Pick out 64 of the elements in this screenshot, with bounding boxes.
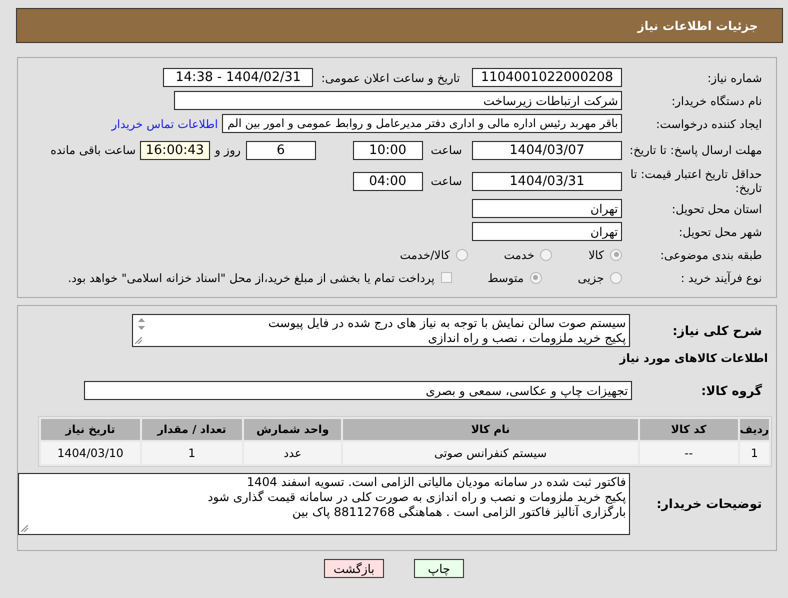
radio-button[interactable] (456, 248, 468, 260)
table-cell: 1 (740, 442, 769, 464)
table-cell: 1404/03/10 (41, 442, 140, 464)
table-cell: سیستم کنفرانس صوتی (343, 442, 638, 464)
resize-grip-icon[interactable] (135, 337, 142, 344)
field-label: حداقل تاریخ اعتبار قیمت: تا تاریخ: (630, 167, 762, 195)
field-label: ساعت (430, 143, 462, 157)
contact-link[interactable]: اطلاعات تماس خریدار (111, 116, 218, 130)
checkbox-label: پرداخت تمام یا بخشی از مبلغ خرید،از محل "اسناد خزانه اسلامی" خواهد بود. (68, 270, 435, 284)
description-box[interactable]: سیستم صوت سالن نمایش با توجه به نیاز های درج شده در فایل پیوست پکیج خرید ملزومات ، نصب و راه اندازی (132, 314, 630, 347)
radio-label: کالا (588, 248, 604, 262)
field-label: شرح کلی نیاز: (672, 322, 762, 338)
readonly-field[interactable]: 04:00 (352, 172, 423, 190)
section-title: اطلاعات کالاهای مورد نیاز (620, 351, 768, 365)
readonly-field[interactable]: تهران (472, 222, 622, 241)
field-label: نوع فرآیند خرید : (680, 270, 762, 284)
readonly-field[interactable]: 6 (246, 140, 316, 160)
field-label: ساعت (430, 174, 462, 188)
radio-button[interactable] (610, 248, 622, 260)
field-label: استان محل تحویل: (672, 202, 762, 216)
table-cell: -- (640, 442, 738, 464)
notes-box[interactable]: فاکتور ثبت شده در سامانه مودیان مالیاتی الزامی است. تسویه اسفند 1404 پکیج خرید ملزومات و نصب و راه اندازی به صورت کلی در سامانه قیمت گذاری شود بارگزاری آنالیز فاکتور الزامی است . هماهنگی 88112768 پاک بین (18, 473, 630, 535)
field-label: شماره نیاز: (707, 70, 762, 84)
field-label: شهر محل تحویل: (678, 224, 762, 238)
field-label: توضیحات خریدار: (656, 496, 762, 511)
table-cell: 1 (142, 442, 242, 464)
field-label: تاریخ و ساعت اعلان عمومی: (321, 70, 460, 84)
field-label: گروه کالا: (701, 382, 762, 398)
radio-label: متوسط (488, 270, 524, 284)
field-label: روز و (214, 143, 241, 157)
radio-button[interactable] (610, 272, 622, 284)
countdown-field[interactable]: 16:00:43 (140, 140, 210, 160)
column-header: ردیف (740, 419, 769, 440)
radio-button[interactable] (540, 248, 552, 260)
readonly-field[interactable]: تهران (472, 199, 622, 218)
readonly-field[interactable]: 10:00 (352, 140, 423, 160)
field-label: نام دستگاه خریدار: (671, 94, 762, 108)
readonly-field[interactable]: 1104001022000208 (472, 68, 622, 87)
column-header: تاریخ نیاز (41, 419, 140, 440)
resize-grip-icon[interactable] (21, 525, 28, 532)
column-header: تعداد / مقدار (142, 419, 242, 440)
checkbox[interactable] (440, 272, 452, 283)
readonly-field[interactable]: شرکت ارتباطات زیرساخت (174, 91, 622, 110)
field-label: ایجاد کننده درخواست: (656, 116, 762, 130)
readonly-field[interactable]: تجهیزات چاپ و عکاسی، سمعی و بصری (84, 381, 632, 400)
radio-label: کالا/خدمت (400, 248, 450, 262)
field-label: مهلت ارسال پاسخ: تا تاریخ: (629, 143, 762, 157)
radio-button[interactable] (530, 272, 542, 284)
radio-label: خدمت (504, 248, 534, 262)
scroll-arrows-icon[interactable] (137, 317, 146, 331)
table-cell: عدد (244, 442, 342, 464)
radio-label: جزیی (578, 270, 604, 284)
readonly-field[interactable]: 1404/03/07 (472, 140, 622, 160)
column-header: واحد شمارش (244, 419, 342, 440)
readonly-field[interactable]: 1404/03/31 (472, 172, 622, 190)
readonly-field[interactable]: باقر مهربد رئیس اداره مالی و اداری دفتر مدیرعامل و روابط عمومی و امور بین الم (222, 114, 622, 133)
field-label: ساعت باقی مانده (50, 143, 136, 157)
page-title: جزئیات اطلاعات نیاز (637, 18, 758, 32)
field-label: طبقه بندی موضوعی: (660, 248, 762, 262)
print-button[interactable]: چاپ (414, 559, 464, 578)
column-header: نام کالا (343, 419, 638, 440)
column-header: کد کالا (640, 419, 738, 440)
back-button[interactable]: بازگشت (324, 559, 384, 578)
readonly-field[interactable]: 1404/02/31 - 14:38 (163, 68, 314, 87)
